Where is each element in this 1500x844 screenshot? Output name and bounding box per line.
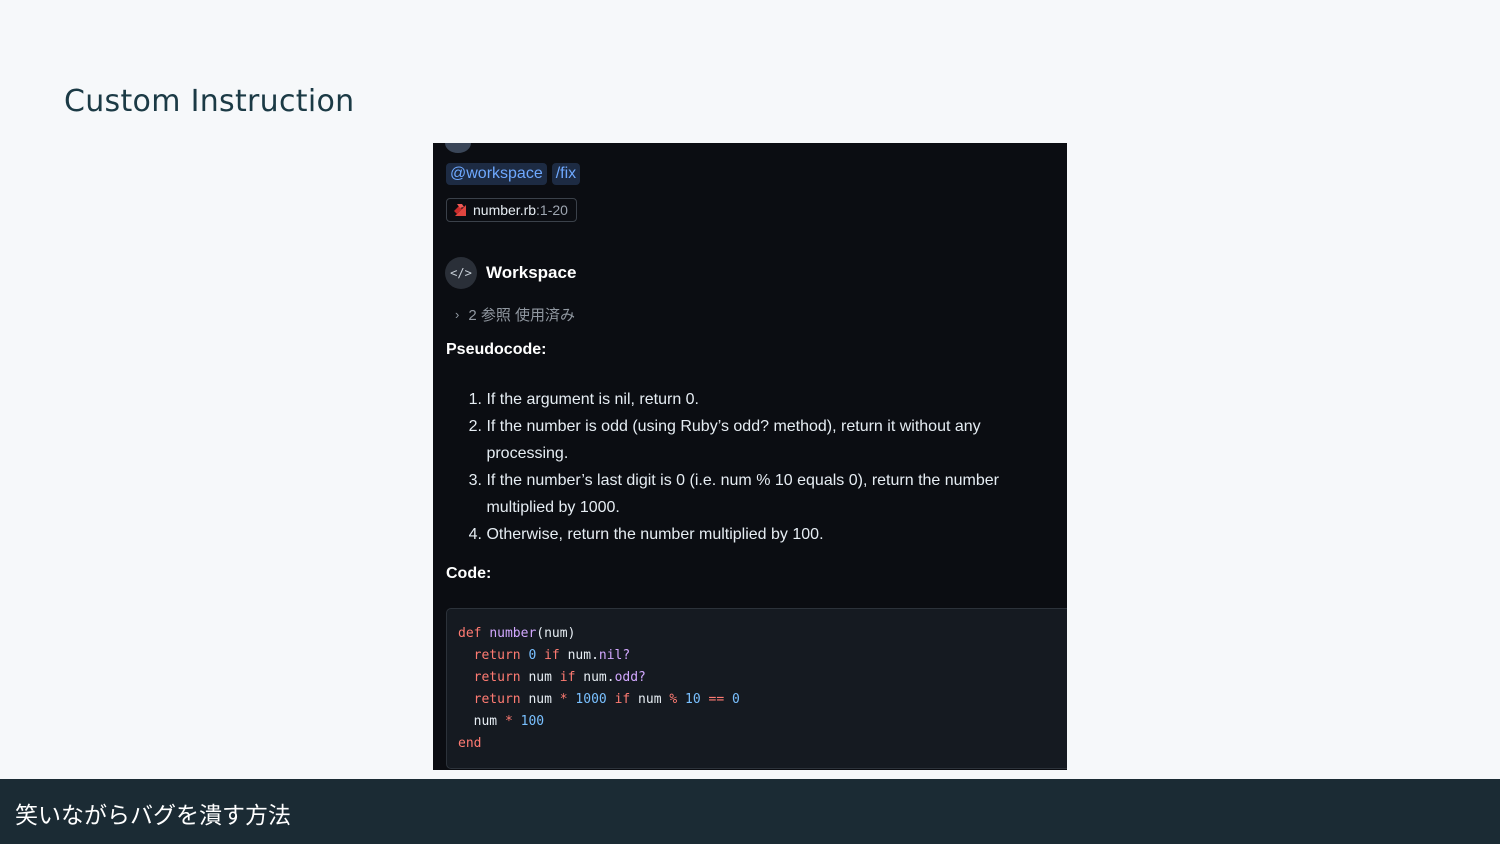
agent-header: </> Workspace — [445, 257, 576, 289]
code-heading: Code: — [446, 565, 492, 582]
ruby-icon — [452, 202, 468, 218]
file-line-range: :1-20 — [536, 202, 568, 218]
cropped-user-header — [445, 143, 645, 155]
workspace-chip[interactable]: @workspace — [446, 163, 547, 185]
chevron-right-icon: › — [455, 307, 460, 322]
code-block[interactable]: def number(num) return 0 if num.nil? ret… — [446, 608, 1067, 769]
prompt-chips: @workspace /fix — [446, 163, 581, 185]
pseudocode-steps: 1. If the argument is nil, return 0. 2. … — [446, 386, 1056, 548]
slide-title: Custom Instruction — [64, 84, 355, 119]
code-line: end — [458, 736, 482, 751]
code-content: def number(num) return 0 if num.nil? ret… — [458, 623, 740, 755]
file-reference[interactable]: number.rb:1-20 — [446, 198, 577, 222]
code-line: return num * 1000 if num % 10 == 0 — [473, 692, 740, 707]
file-name: number.rb — [473, 202, 537, 218]
list-item: 2. If the number is odd (using Ruby’s od… — [468, 418, 981, 462]
pseudocode-heading: Pseudocode: — [446, 341, 547, 358]
code-icon: </> — [445, 257, 477, 289]
list-item: 4. Otherwise, return the number multipli… — [468, 526, 824, 543]
code-line: return num if num.odd? — [473, 670, 646, 685]
chat-screenshot: @workspace /fix number.rb:1-20 </> Works… — [433, 143, 1067, 770]
code-line: num * 100 — [473, 714, 545, 729]
code-line: return 0 if num.nil? — [473, 648, 631, 663]
list-item: 1. If the argument is nil, return 0. — [468, 391, 699, 408]
references-toggle[interactable]: › 2 参照 使用済み — [455, 304, 575, 325]
agent-name: Workspace — [486, 263, 577, 282]
fix-command-chip[interactable]: /fix — [551, 163, 581, 185]
references-label: 2 参照 使用済み — [468, 307, 576, 324]
code-line: def number(num) — [458, 626, 576, 641]
footer-title: 笑いながらバグを潰す方法 — [15, 803, 291, 829]
list-item: 3. If the number’s last digit is 0 (i.e.… — [468, 472, 1000, 516]
slide-footer: 笑いながらバグを潰す方法 — [0, 779, 1500, 844]
user-avatar — [445, 143, 471, 153]
